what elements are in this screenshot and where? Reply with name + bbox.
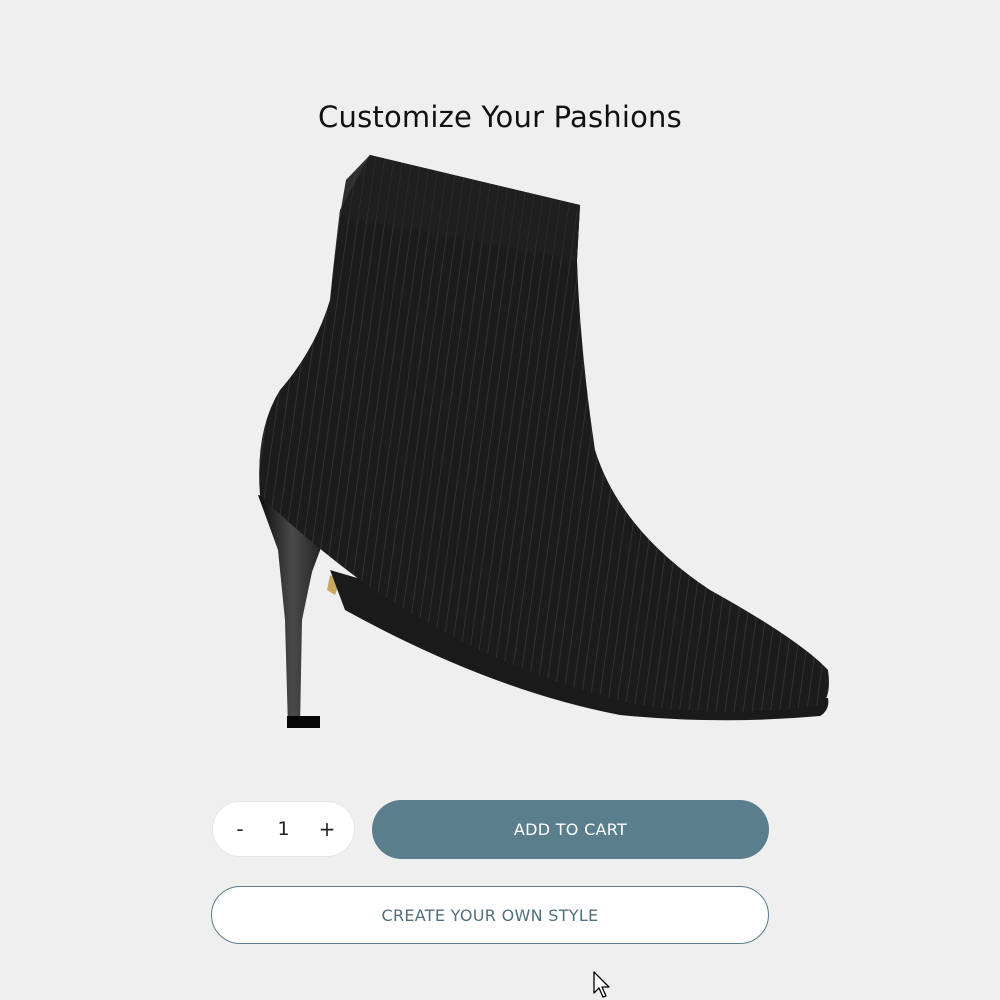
product-image bbox=[258, 155, 830, 728]
quantity-stepper: - 1 + bbox=[212, 801, 355, 857]
mouse-cursor-icon bbox=[593, 971, 610, 998]
add-to-cart-button[interactable]: ADD TO CART bbox=[372, 800, 769, 859]
decrement-button[interactable]: - bbox=[225, 809, 255, 849]
page-title: Customize Your Pashions bbox=[318, 100, 682, 134]
create-own-style-button[interactable]: CREATE YOUR OWN STYLE bbox=[211, 886, 769, 944]
increment-button[interactable]: + bbox=[312, 809, 342, 849]
quantity-value[interactable]: 1 bbox=[264, 818, 304, 840]
product-page: Customize Your Pashions - 1 + ADD TO CAR… bbox=[0, 0, 1000, 1000]
